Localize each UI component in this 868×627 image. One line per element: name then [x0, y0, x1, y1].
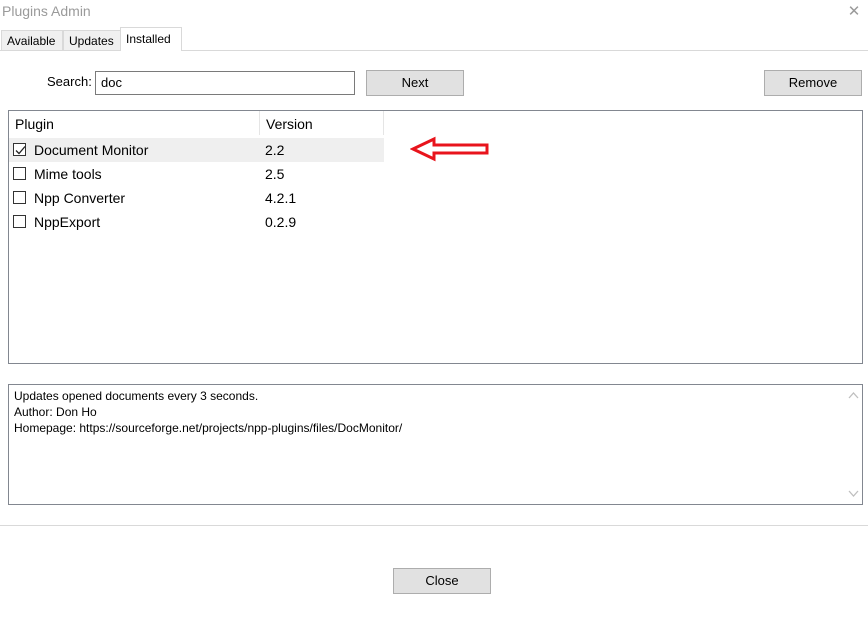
plugin-name: Document Monitor — [34, 142, 149, 158]
plugin-version: 4.2.1 — [265, 190, 297, 206]
close-button[interactable]: Close — [393, 568, 491, 594]
tab-available[interactable]: Available — [1, 30, 63, 50]
description-line: Author: Don Ho — [14, 405, 97, 419]
plugin-row[interactable]: Mime tools 2.5 — [9, 162, 384, 186]
description-line: Homepage: https://sourceforge.net/projec… — [14, 421, 403, 435]
plugin-version: 0.2.9 — [265, 214, 297, 230]
search-label: Search: — [47, 74, 92, 89]
next-button[interactable]: Next — [366, 70, 464, 96]
plugin-name: Npp Converter — [34, 190, 126, 206]
column-header-version[interactable]: Version — [260, 111, 384, 135]
plugin-version: 2.2 — [265, 142, 285, 158]
description-scrollbar[interactable] — [845, 385, 862, 504]
plugin-name: NppExport — [34, 214, 101, 230]
close-window-icon[interactable]: ✕ — [843, 2, 865, 22]
plugin-checkbox[interactable] — [13, 215, 26, 228]
plugin-version: 2.5 — [265, 166, 285, 182]
tab-installed[interactable]: Installed — [120, 27, 182, 51]
scroll-down-icon[interactable] — [845, 485, 862, 502]
plugin-row[interactable]: Document Monitor 2.2 — [9, 138, 384, 162]
search-input[interactable]: doc — [95, 71, 355, 95]
plugin-checkbox[interactable] — [13, 167, 26, 180]
checkmark-icon — [15, 146, 26, 155]
window-title: Plugins Admin — [2, 3, 91, 19]
plugin-description-box[interactable]: Updates opened documents every 3 seconds… — [8, 384, 863, 505]
plugin-checkbox[interactable] — [13, 143, 26, 156]
scroll-up-icon[interactable] — [845, 387, 862, 404]
description-line: Updates opened documents every 3 seconds… — [14, 389, 259, 403]
tab-updates[interactable]: Updates — [63, 30, 121, 50]
red-arrow-annotation-icon — [410, 136, 489, 162]
plugin-checkbox[interactable] — [13, 191, 26, 204]
plugin-row[interactable]: Npp Converter 4.2.1 — [9, 186, 384, 210]
column-header-plugin[interactable]: Plugin — [9, 111, 260, 135]
plugin-row[interactable]: NppExport 0.2.9 — [9, 210, 384, 234]
remove-button[interactable]: Remove — [764, 70, 862, 96]
plugin-name: Mime tools — [34, 166, 102, 182]
footer-divider — [0, 525, 868, 526]
